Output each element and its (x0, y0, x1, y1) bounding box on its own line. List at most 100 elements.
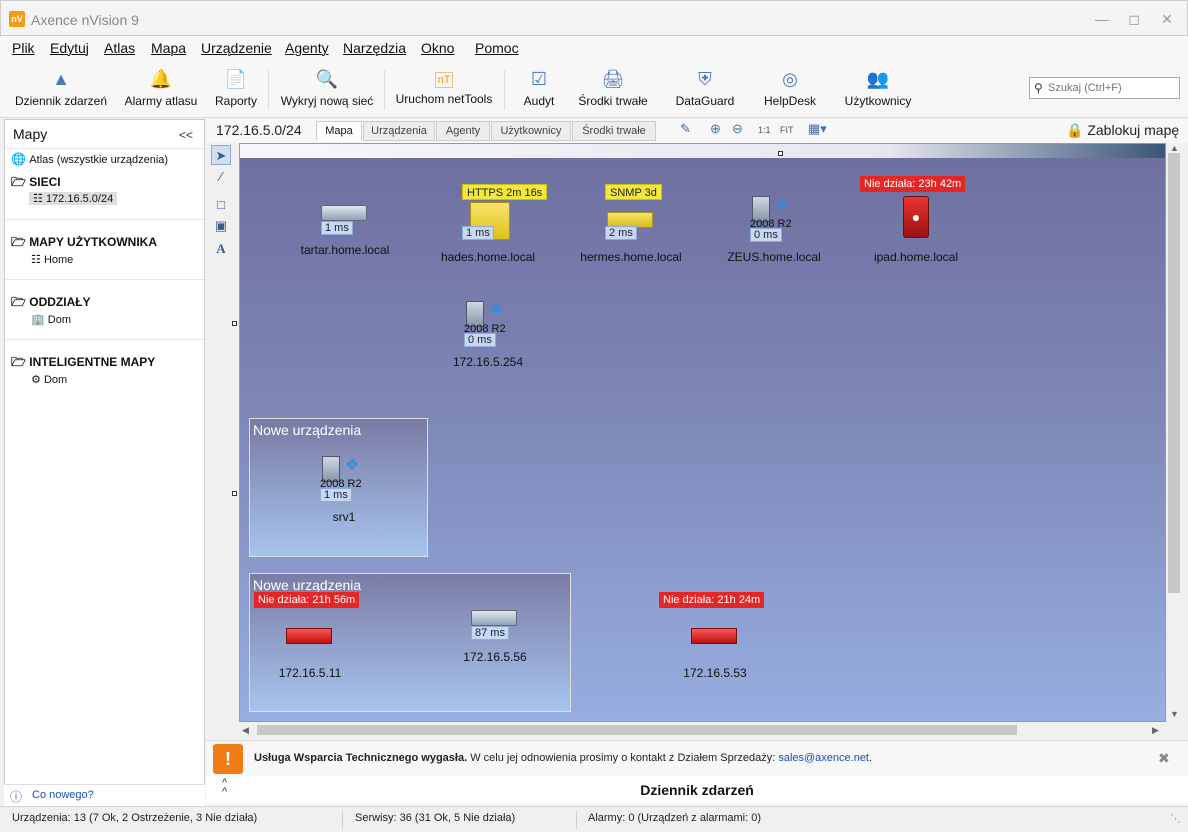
event-log-button[interactable]: ▲ Dziennik zdarzeń (12, 64, 110, 114)
search-input[interactable] (1048, 80, 1176, 96)
alarms-status: Alarmy: 0 (Urządzeń z alarmami: 0) (588, 812, 761, 824)
menu-urzadzenie[interactable]: Urządzenie (201, 40, 272, 56)
scroll-down-icon[interactable]: ▼ (1170, 709, 1179, 719)
grid-layout-icon[interactable]: ▦▾ (808, 121, 827, 137)
collapse-panel-button[interactable]: << (179, 128, 193, 142)
menu-agenty[interactable]: Agenty (285, 40, 329, 56)
minimize-button[interactable]: — (1087, 9, 1117, 29)
tree-item-dom-branch[interactable]: 🏢 Dom (31, 313, 71, 326)
line-tool-icon[interactable]: ∕ (211, 167, 231, 187)
menu-mapa[interactable]: Mapa (151, 40, 186, 56)
pointer-tool-icon[interactable]: ➤ (211, 145, 231, 165)
menu-edytuj[interactable]: Edytuj (50, 40, 89, 56)
shield-icon: ⛨ (698, 69, 712, 89)
device-tartar[interactable]: 1 ms tartar.home.local (285, 199, 405, 259)
sales-email-link[interactable]: sales@axence.net (778, 752, 869, 764)
scroll-thumb[interactable] (1168, 153, 1180, 593)
device-srv1[interactable]: ❖ 2008 R2 1 ms srv1 (284, 454, 404, 524)
search-box: ⚲ (1029, 77, 1180, 99)
latency-label: 0 ms (750, 228, 782, 242)
scroll-right-icon[interactable]: ▶ (1152, 725, 1159, 736)
whats-new-link[interactable]: Co nowego? (32, 789, 94, 801)
tab-fixed-assets[interactable]: Środki trwałe (572, 121, 656, 141)
tree-item-network[interactable]: ☷ 172.16.5.0/24 (29, 192, 118, 205)
menu-plik[interactable]: Plik (12, 40, 35, 56)
close-window-button[interactable]: ✕ (1152, 9, 1182, 29)
device-hermes[interactable]: SNMP 3d 2 ms hermes.home.local (571, 182, 691, 264)
close-notice-icon[interactable]: ✖ (1158, 750, 1170, 767)
reports-button[interactable]: 📄 Raporty (210, 64, 262, 114)
bell-icon: 🔔 (149, 69, 173, 89)
reports-label: Raporty (214, 94, 258, 108)
tree-section-branches[interactable]: 🗁 ODDZIAŁY (11, 293, 91, 314)
users-button[interactable]: 👥 Użytkownicy (840, 64, 916, 114)
tab-map[interactable]: Mapa (316, 121, 362, 141)
audit-label: Audyt (523, 94, 555, 108)
building-icon: 🏢 (31, 314, 45, 326)
selection-handle[interactable] (232, 491, 237, 496)
menu-okno[interactable]: Okno (421, 40, 454, 56)
discover-network-button[interactable]: 🔍 Wykryj nową sieć (278, 64, 376, 114)
device-172-16-5-11[interactable]: Nie działa: 21h 56m 172.16.5.11 (250, 592, 370, 682)
tab-devices[interactable]: Urządzenia (363, 121, 435, 141)
device-zeus[interactable]: ❖ 2008 R2 0 ms ZEUS.home.local (714, 194, 834, 264)
menu-atlas[interactable]: Atlas (104, 40, 135, 56)
support-expired-notice: ! Usługa Wsparcia Technicznego wygasła. … (206, 740, 1188, 776)
whats-new-bar: ⓘ Co nowego? (4, 784, 205, 806)
tab-users[interactable]: Użytkownicy (491, 121, 571, 141)
device-gateway[interactable]: ❖ 2008 R2 0 ms 172.16.5.254 (428, 299, 548, 369)
assets-label: Środki trwałe (578, 94, 648, 108)
latency-label: 87 ms (471, 626, 509, 640)
notice-text: Usługa Wsparcia Technicznego wygasła. W … (254, 752, 872, 764)
tree-section-networks[interactable]: 🗁 SIECI (11, 173, 61, 194)
device-ipad[interactable]: Nie działa: 23h 42m ● ipad.home.local (856, 176, 976, 266)
tree-section-smart-maps[interactable]: 🗁 INTELIGENTNE MAPY (11, 353, 155, 374)
menu-narzedzia[interactable]: Narzędzia (343, 40, 406, 56)
zoom-in-icon[interactable]: ⊕ (710, 121, 721, 137)
menu-bar: Plik Edytuj Atlas Mapa Urządzenie Agenty… (0, 36, 1188, 62)
tree-item-dom-smart[interactable]: ⚙ Dom (31, 373, 67, 386)
lock-map-button[interactable]: 🔒 Zablokuj mapę (1066, 122, 1179, 139)
maps-panel-title: Mapy (13, 126, 48, 142)
divider (5, 148, 204, 149)
helpdesk-button[interactable]: ◎ HelpDesk (760, 64, 820, 114)
vertical-scrollbar[interactable]: ▲ ▼ (1166, 143, 1182, 722)
selection-handle[interactable] (778, 151, 783, 156)
menu-pomoc[interactable]: Pomoc (475, 40, 519, 56)
latency-label: 1 ms (320, 488, 352, 502)
dom-label: Dom (47, 314, 71, 326)
zoom-fit-button[interactable]: FIT (780, 125, 794, 135)
device-172-16-5-53[interactable]: Nie działa: 21h 24m 172.16.5.53 (655, 592, 775, 682)
resize-grip-icon[interactable]: ⋱ (1170, 812, 1181, 825)
selection-handle[interactable] (232, 321, 237, 326)
nettools-button[interactable]: nT Uruchom netTools (394, 64, 494, 114)
tree-item-home[interactable]: ☷ Home (31, 253, 73, 266)
zoom-out-icon[interactable]: ⊖ (732, 121, 743, 137)
scroll-left-icon[interactable]: ◀ (242, 725, 249, 736)
printer-icon: 🖨 (601, 69, 625, 89)
notice-bold-text: Usługa Wsparcia Technicznego wygasła. (254, 752, 468, 764)
image-tool-icon[interactable]: ▣ (211, 216, 231, 236)
folder-icon: 🗁 (11, 355, 26, 369)
edit-icon[interactable]: ✎ (680, 121, 691, 137)
event-log-panel: ^ ^ Dziennik zdarzeń (206, 776, 1188, 804)
fixed-assets-button[interactable]: 🖨 Środki trwałe (574, 64, 652, 114)
horizontal-scrollbar[interactable]: ◀ ▶ (239, 722, 1166, 738)
tree-item-atlas[interactable]: 🌐 Atlas (wszystkie urządzenia) (11, 152, 168, 166)
tab-agents[interactable]: Agenty (436, 121, 490, 141)
network-map[interactable]: Nowe urządzenia Nowe urządzenia 1 ms tar… (239, 143, 1166, 722)
tree-section-user-maps[interactable]: 🗁 MAPY UŻYTKOWNIKA (11, 233, 157, 254)
text-tool-icon[interactable]: A (211, 239, 231, 259)
device-hades[interactable]: HTTPS 2m 16s 1 ms hades.home.local (428, 182, 548, 264)
rectangle-tool-icon[interactable]: □ (211, 195, 231, 215)
scroll-up-icon[interactable]: ▲ (1170, 143, 1179, 153)
maximize-button[interactable]: ◻ (1119, 9, 1149, 29)
nettools-label: Uruchom netTools (395, 92, 493, 106)
dataguard-button[interactable]: ⛨ DataGuard (672, 64, 738, 114)
dataguard-label: DataGuard (675, 94, 735, 108)
zoom-1to1-button[interactable]: 1:1 (758, 125, 771, 135)
scroll-thumb[interactable] (257, 725, 1017, 735)
device-172-16-5-56[interactable]: 87 ms 172.16.5.56 (435, 604, 555, 674)
audit-button[interactable]: ☑ Audyt (514, 64, 564, 114)
atlas-alarms-button[interactable]: 🔔 Alarmy atlasu (120, 64, 202, 114)
